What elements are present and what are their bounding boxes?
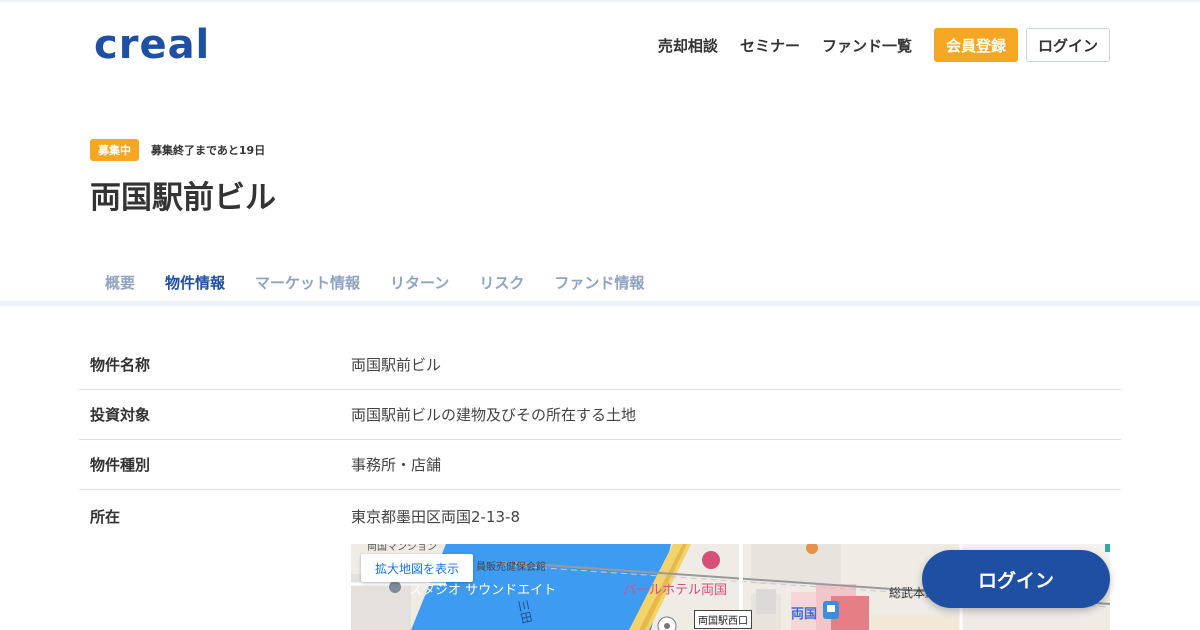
row-label: 物件名称 <box>90 356 151 374</box>
register-button[interactable]: 会員登録 <box>933 28 1018 62</box>
login-button[interactable]: ログイン <box>1025 28 1110 62</box>
map-label-hotel: パールホテル両国 <box>623 583 728 598</box>
property-info-table: 物件名称 両国駅前ビル 投資対象 両国駅前ビルの建物及びその所在する土地 物件種… <box>79 340 1121 542</box>
row-value: 両国駅前ビル <box>351 356 442 374</box>
status-badge: 募集中 <box>90 139 139 161</box>
row-label: 物件種別 <box>90 456 151 474</box>
row-label: 所在 <box>90 508 121 526</box>
tab-property-info[interactable]: 物件情報 <box>150 258 241 306</box>
table-row: 物件種別 事務所・店舗 <box>79 440 1121 490</box>
table-row: 所在 東京都墨田区両国2-13-8 <box>79 490 1121 542</box>
floating-login-button[interactable]: ログイン <box>922 550 1110 608</box>
main-nav: 売却相談 セミナー ファンド一覧 会員登録 ログイン <box>658 28 1110 62</box>
nav-sell-consult[interactable]: 売却相談 <box>658 35 718 56</box>
tab-risk[interactable]: リスク <box>464 258 539 306</box>
fund-status: 募集中 募集終了まであと19日 <box>90 139 265 161</box>
remaining-days: 募集終了まであと19日 <box>151 144 266 157</box>
map-label-studio: スタジオ サウンドエイト <box>409 583 557 598</box>
map-label-mansion: 両国マンション <box>367 544 437 553</box>
row-value: 両国駅前ビルの建物及びその所在する土地 <box>351 406 637 424</box>
map-label-west-exit: 両国駅西口 <box>694 610 752 629</box>
row-value: 事務所・店舗 <box>351 456 442 474</box>
table-row: 投資対象 両国駅前ビルの建物及びその所在する土地 <box>79 390 1121 440</box>
site-header: creal 売却相談 セミナー ファンド一覧 会員登録 ログイン <box>0 0 1200 90</box>
tab-fund-info[interactable]: ファンド情報 <box>539 258 659 306</box>
tab-return[interactable]: リターン <box>375 258 464 306</box>
map-label-station: 両国 <box>791 607 818 622</box>
row-value: 東京都墨田区両国2-13-8 <box>351 508 520 526</box>
nav-seminar[interactable]: セミナー <box>740 35 800 56</box>
creal-logo[interactable]: creal <box>94 22 210 68</box>
tabs-underline <box>0 301 1200 306</box>
nav-fund-list[interactable]: ファンド一覧 <box>822 35 912 56</box>
map-label-hall: 員販売健保会館 <box>476 562 546 573</box>
enlarge-map-button[interactable]: 拡大地図を表示 <box>361 554 474 582</box>
tab-overview[interactable]: 概要 <box>90 258 150 306</box>
row-label: 投資対象 <box>90 406 151 424</box>
tab-market-info[interactable]: マーケット情報 <box>240 258 375 306</box>
section-tabs: 概要 物件情報 マーケット情報 リターン リスク ファンド情報 <box>90 258 659 306</box>
table-row: 物件名称 両国駅前ビル <box>79 340 1121 390</box>
page-title: 両国駅前ビル <box>90 180 276 216</box>
